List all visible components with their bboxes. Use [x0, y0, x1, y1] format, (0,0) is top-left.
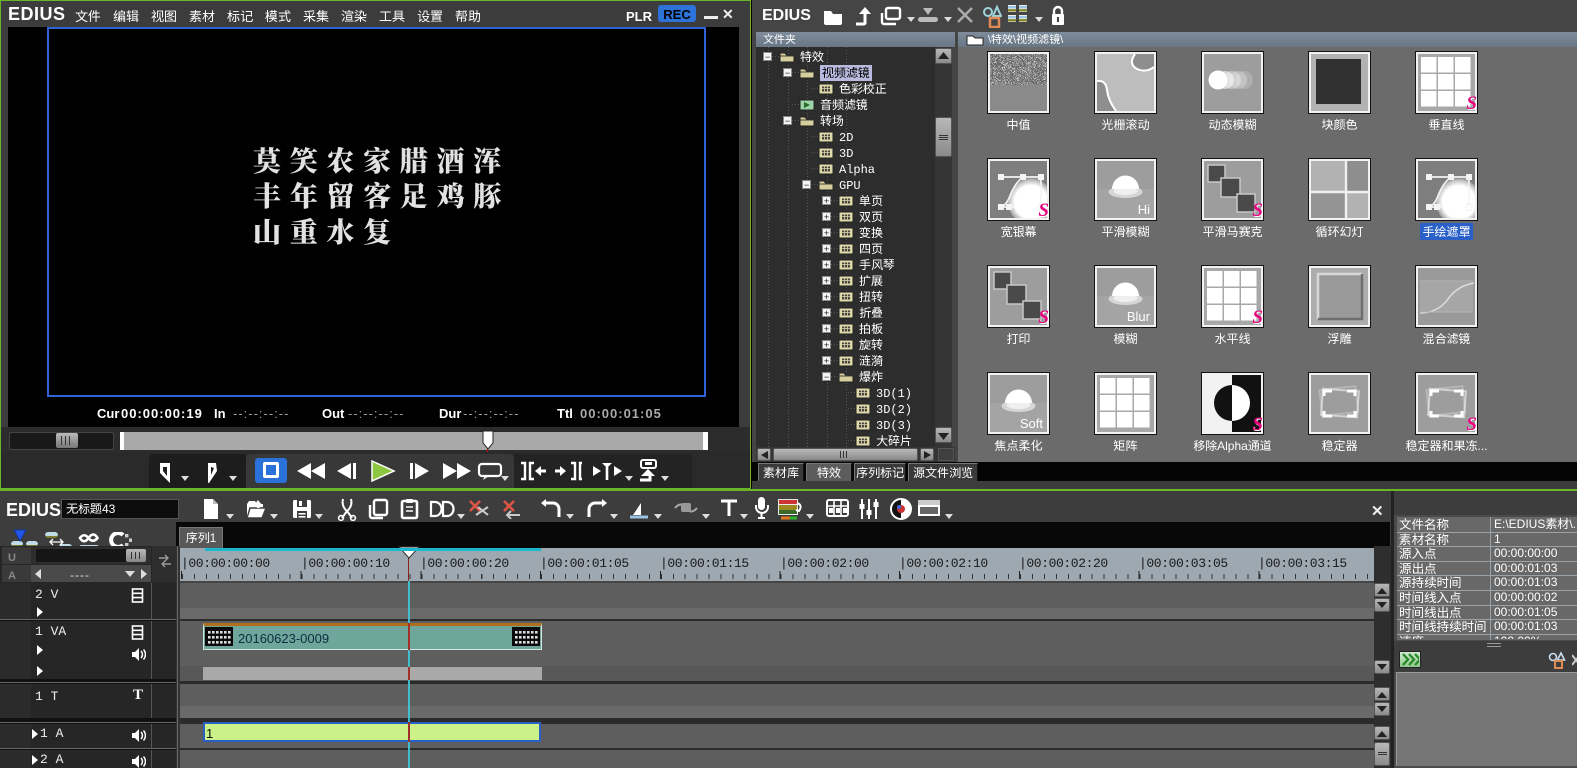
- svg-text:Soft: Soft: [1020, 416, 1044, 431]
- svg-text:Blur: Blur: [1127, 309, 1151, 324]
- svg-text:Hi: Hi: [1138, 202, 1150, 217]
